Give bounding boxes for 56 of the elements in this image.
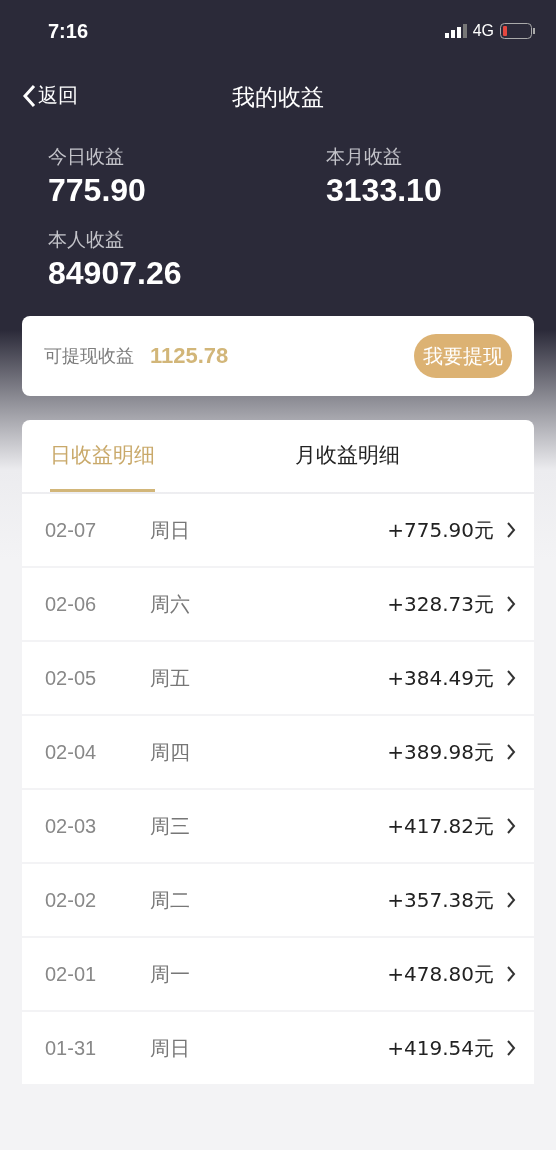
income-row[interactable]: 02-05 周五 +384.49元 [22, 642, 534, 714]
row-date: 02-02 [45, 888, 98, 912]
status-time: 7:16 [48, 19, 89, 43]
row-date: 02-01 [45, 962, 98, 986]
row-date: 02-04 [45, 740, 98, 764]
back-button[interactable]: 返回 [22, 82, 78, 109]
row-weekday: 周五 [150, 664, 191, 692]
row-amount: +419.54元 [387, 1034, 494, 1062]
row-amount: +328.73元 [387, 590, 494, 618]
chevron-right-icon [506, 965, 516, 983]
income-row[interactable]: 02-02 周二 +357.38元 [22, 864, 534, 936]
chevron-right-icon [506, 743, 516, 761]
row-date: 02-06 [45, 592, 98, 616]
chevron-right-icon [506, 817, 516, 835]
income-row[interactable]: 02-06 周六 +328.73元 [22, 568, 534, 640]
chevron-right-icon [506, 891, 516, 909]
row-amount: +775.90元 [387, 516, 494, 544]
row-weekday: 周三 [150, 812, 191, 840]
row-amount: +384.49元 [387, 664, 494, 692]
stat-label: 今日收益 [48, 144, 125, 169]
row-date: 02-05 [45, 666, 98, 690]
row-amount: +389.98元 [387, 738, 494, 766]
income-row[interactable]: 02-07 周日 +775.90元 [22, 494, 534, 566]
row-amount: +478.80元 [387, 960, 494, 988]
row-weekday: 周日 [150, 1034, 191, 1062]
row-weekday: 周二 [150, 886, 191, 914]
row-date: 02-07 [45, 518, 98, 542]
page-title: 我的收益 [232, 82, 324, 112]
tab[interactable]: 月收益明细 [295, 420, 400, 492]
income-row[interactable]: 02-03 周三 +417.82元 [22, 790, 534, 862]
row-date: 01-31 [45, 1036, 98, 1060]
chevron-left-icon [22, 83, 36, 108]
chevron-right-icon [506, 595, 516, 613]
stat-label: 本人收益 [48, 227, 125, 252]
stat-value: 3133.10 [326, 172, 443, 209]
chevron-right-icon [506, 669, 516, 687]
income-row[interactable]: 02-01 周一 +478.80元 [22, 938, 534, 1010]
chevron-right-icon [506, 1039, 516, 1057]
chevron-right-icon [506, 521, 516, 539]
row-weekday: 周一 [150, 960, 191, 988]
stat-value: 84907.26 [48, 255, 183, 292]
stat-value: 775.90 [48, 172, 147, 209]
row-date: 02-03 [45, 814, 98, 838]
stat-label: 本月收益 [326, 144, 403, 169]
network-label: 4G [472, 22, 494, 40]
withdraw-amount: 1125.78 [150, 343, 230, 369]
row-weekday: 周日 [150, 516, 191, 544]
row-weekday: 周四 [150, 738, 191, 766]
row-amount: +357.38元 [387, 886, 494, 914]
withdraw-label: 可提现收益 [44, 344, 134, 368]
battery-icon [500, 23, 536, 39]
income-row[interactable]: 02-04 周四 +389.98元 [22, 716, 534, 788]
income-row[interactable]: 01-31 周日 +419.54元 [22, 1012, 534, 1084]
row-amount: +417.82元 [387, 812, 494, 840]
row-weekday: 周六 [150, 590, 191, 618]
signal-icon [444, 24, 467, 38]
